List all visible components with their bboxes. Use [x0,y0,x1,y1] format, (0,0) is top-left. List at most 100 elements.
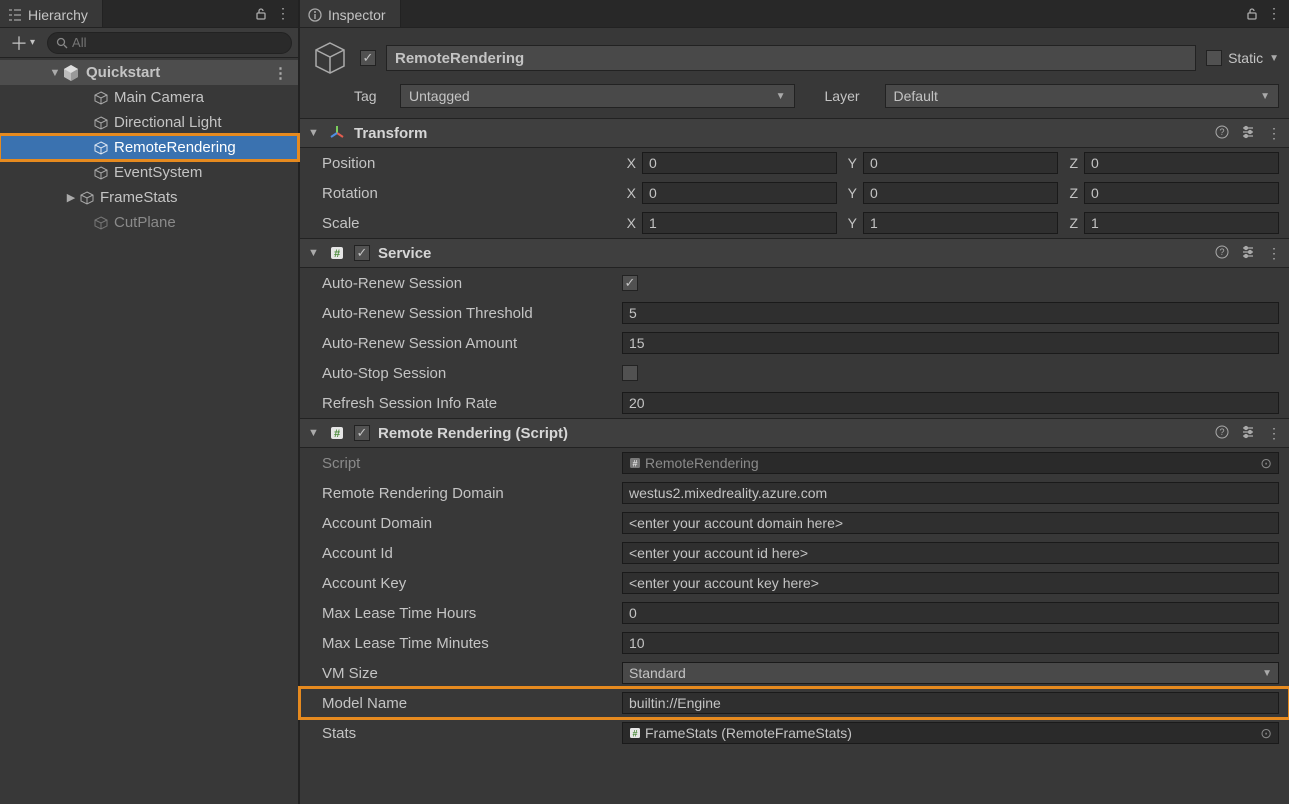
layer-dropdown[interactable]: Default ▼ [885,84,1280,108]
hierarchy-item[interactable]: ▼ Main Camera [0,85,298,110]
refresh-label: Refresh Session Info Rate [322,395,622,412]
position-row: Position X Y Z [300,148,1289,178]
position-x-input[interactable] [642,152,837,174]
enable-checkbox[interactable] [354,245,370,261]
search-input[interactable] [72,35,283,50]
model-label: Model Name [322,695,622,712]
hierarchy-search[interactable] [47,32,292,54]
gameobject-icon [92,214,110,232]
acct-key-input[interactable] [622,572,1279,594]
domain-input[interactable] [622,482,1279,504]
hierarchy-tab-label: Hierarchy [28,7,88,23]
hierarchy-item[interactable]: ▶ FrameStats [0,185,298,210]
lock-icon[interactable] [1245,7,1259,21]
tag-label: Tag [354,88,390,104]
transform-header[interactable]: ▼ Transform ? ⋮ [300,118,1289,148]
scale-z-input[interactable] [1084,212,1279,234]
hierarchy-tree: ▼ Quickstart ⋮ ▼ Main Camera ▼ Direction… [0,58,298,235]
kebab-menu-icon[interactable]: ⋮ [1267,245,1281,262]
scale-label: Scale [322,215,622,232]
auto-stop-checkbox[interactable] [622,365,638,381]
inspector-tab[interactable]: Inspector [300,0,401,27]
scene-row[interactable]: ▼ Quickstart ⋮ [0,60,298,85]
tag-dropdown[interactable]: Untagged ▼ [400,84,795,108]
service-header[interactable]: ▼ # Service ? ⋮ [300,238,1289,268]
gameobject-large-icon[interactable] [310,38,350,78]
remote-title: Remote Rendering (Script) [378,425,568,442]
fold-icon[interactable]: ▶ [64,191,78,204]
fold-icon[interactable]: ▼ [308,427,320,439]
hierarchy-item[interactable]: ▼ Directional Light [0,110,298,135]
acct-domain-label: Account Domain [322,515,622,532]
hierarchy-item-selected[interactable]: ▼ RemoteRendering [0,135,298,160]
help-icon[interactable]: ? [1215,245,1229,262]
help-icon[interactable]: ? [1215,125,1229,142]
remote-header[interactable]: ▼ # Remote Rendering (Script) ? ⋮ [300,418,1289,448]
hierarchy-tab[interactable]: Hierarchy [0,0,103,27]
kebab-menu-icon[interactable]: ⋮ [1267,425,1281,442]
scene-menu-icon[interactable]: ⋮ [273,64,288,82]
active-checkbox[interactable] [360,50,376,66]
axis-x-label: X [622,155,636,171]
object-picker-icon[interactable]: ⊙ [1260,455,1272,472]
preset-icon[interactable] [1241,425,1255,442]
chevron-down-icon: ▼ [1260,91,1270,102]
fold-icon[interactable]: ▼ [308,127,320,139]
lease-min-input[interactable] [622,632,1279,654]
create-button[interactable]: ＋▾ [6,30,39,56]
fold-icon[interactable]: ▼ [48,67,62,79]
lease-min-label: Max Lease Time Minutes [322,635,622,652]
script-icon: # [328,244,346,262]
lease-hours-input[interactable] [622,602,1279,624]
script-label: Script [322,455,622,472]
static-label: Static [1228,50,1263,66]
preset-icon[interactable] [1241,245,1255,262]
rotation-y-input[interactable] [863,182,1058,204]
svg-text:#: # [632,729,637,739]
hierarchy-item-label: RemoteRendering [114,139,236,156]
svg-text:?: ? [1219,427,1224,437]
fold-icon[interactable]: ▼ [308,247,320,259]
kebab-menu-icon[interactable]: ⋮ [1267,125,1281,142]
context-menu-icon[interactable]: ⋮ [276,5,290,22]
hierarchy-tab-bar: Hierarchy ⋮ [0,0,298,28]
enable-checkbox[interactable] [354,425,370,441]
position-y-input[interactable] [863,152,1058,174]
auto-renew-checkbox[interactable] [622,275,638,291]
hierarchy-toolbar: ＋▾ [0,28,298,58]
acct-domain-input[interactable] [622,512,1279,534]
scene-label: Quickstart [86,64,160,81]
lease-hours-label: Max Lease Time Hours [322,605,622,622]
svg-text:#: # [334,428,340,440]
object-picker-icon[interactable]: ⊙ [1260,725,1272,742]
model-name-input[interactable] [622,692,1279,714]
gameobject-name-input[interactable] [386,45,1196,71]
gameobject-icon [92,89,110,107]
scale-y-input[interactable] [863,212,1058,234]
context-menu-icon[interactable]: ⋮ [1267,5,1281,22]
preset-icon[interactable] [1241,125,1255,142]
scale-x-input[interactable] [642,212,837,234]
rotation-x-input[interactable] [642,182,837,204]
axis-y-label: Y [843,155,857,171]
help-icon[interactable]: ? [1215,425,1229,442]
refresh-input[interactable] [622,392,1279,414]
domain-label: Remote Rendering Domain [322,485,622,502]
hierarchy-item[interactable]: ▼ EventSystem [0,160,298,185]
script-ref-field[interactable]: #RemoteRendering ⊙ [622,452,1279,474]
static-dropdown-icon[interactable]: ▼ [1269,53,1279,64]
lock-icon[interactable] [254,7,268,21]
vm-size-dropdown[interactable]: Standard▼ [622,662,1279,684]
position-z-input[interactable] [1084,152,1279,174]
amount-label: Auto-Renew Session Amount [322,335,622,352]
amount-input[interactable] [622,332,1279,354]
threshold-input[interactable] [622,302,1279,324]
static-checkbox[interactable] [1206,50,1222,66]
hierarchy-item[interactable]: ▼ CutPlane [0,210,298,235]
hierarchy-item-label: Main Camera [114,89,204,106]
hierarchy-panel: Hierarchy ⋮ ＋▾ ▼ Quickstart ⋮ [0,0,300,804]
chevron-down-icon: ▼ [776,91,786,102]
acct-id-input[interactable] [622,542,1279,564]
stats-ref-field[interactable]: #FrameStats (RemoteFrameStats) ⊙ [622,722,1279,744]
rotation-z-input[interactable] [1084,182,1279,204]
